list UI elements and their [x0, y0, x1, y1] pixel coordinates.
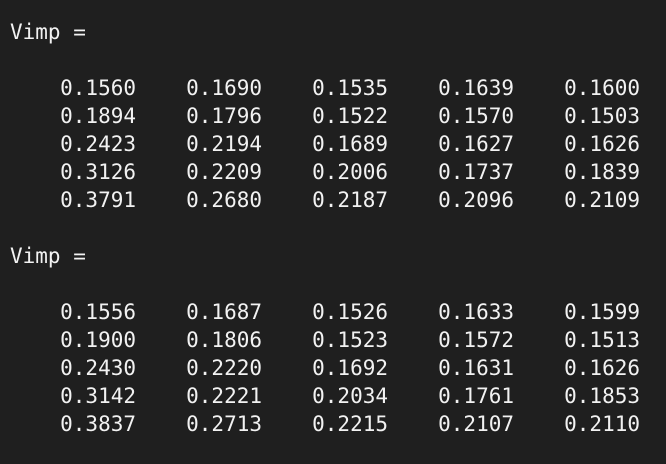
matrix-row: 0.3142 0.2221 0.2034 0.1761 0.1853 [0, 382, 666, 410]
matrix-cell: 0.1626 [564, 356, 640, 380]
matrix-cell: 0.1900 [60, 328, 136, 352]
matrix-cell: 0.1687 [186, 300, 262, 324]
matrix-cell: 0.2194 [186, 132, 262, 156]
command-window-output[interactable]: Vimp = 0.1560 0.1690 0.1535 0.1639 0.160… [0, 0, 666, 464]
matrix-cell: 0.2220 [186, 356, 262, 380]
matrix-values: 0.1556 0.1687 0.1526 0.1633 0.1599 0.190… [0, 298, 666, 438]
matrix-cell: 0.1522 [312, 104, 388, 128]
matrix-cell: 0.2107 [438, 412, 514, 436]
matrix-cell: 0.1626 [564, 132, 640, 156]
matrix-cell: 0.1600 [564, 76, 640, 100]
matrix-cell: 0.3791 [60, 188, 136, 212]
matrix-cell: 0.1560 [60, 76, 136, 100]
matrix-cell: 0.2713 [186, 412, 262, 436]
matrix-values: 0.1560 0.1690 0.1535 0.1639 0.1600 0.189… [0, 74, 666, 214]
matrix-row: 0.3791 0.2680 0.2187 0.2096 0.2109 [0, 186, 666, 214]
matrix-cell: 0.1690 [186, 76, 262, 100]
matrix-row: 0.3837 0.2713 0.2215 0.2107 0.2110 [0, 410, 666, 438]
matrix-cell: 0.1639 [438, 76, 514, 100]
matrix-row: 0.2430 0.2220 0.1692 0.1631 0.1626 [0, 354, 666, 382]
matrix-cell: 0.2423 [60, 132, 136, 156]
matrix-cell: 0.1523 [312, 328, 388, 352]
variable-header: Vimp = [10, 20, 86, 44]
matrix-cell: 0.3126 [60, 160, 136, 184]
matrix-cell: 0.1737 [438, 160, 514, 184]
matrix-row: 0.1556 0.1687 0.1526 0.1633 0.1599 [0, 298, 666, 326]
matrix-cell: 0.2187 [312, 188, 388, 212]
matrix-row: 0.1560 0.1690 0.1535 0.1639 0.1600 [0, 74, 666, 102]
matrix-cell: 0.1633 [438, 300, 514, 324]
matrix-cell: 0.3837 [60, 412, 136, 436]
matrix-cell: 0.1806 [186, 328, 262, 352]
matrix-cell: 0.2209 [186, 160, 262, 184]
matrix-cell: 0.1570 [438, 104, 514, 128]
matrix-cell: 0.1513 [564, 328, 640, 352]
matrix-cell: 0.2006 [312, 160, 388, 184]
matrix-cell: 0.1692 [312, 356, 388, 380]
matrix-cell: 0.1853 [564, 384, 640, 408]
matrix-cell: 0.1556 [60, 300, 136, 324]
matrix-row: 0.3126 0.2209 0.2006 0.1737 0.1839 [0, 158, 666, 186]
matrix-cell: 0.1839 [564, 160, 640, 184]
matrix-cell: 0.1526 [312, 300, 388, 324]
matrix-row: 0.2423 0.2194 0.1689 0.1627 0.1626 [0, 130, 666, 158]
matrix-cell: 0.1503 [564, 104, 640, 128]
matrix-cell: 0.2680 [186, 188, 262, 212]
matrix-cell: 0.1627 [438, 132, 514, 156]
variable-header: Vimp = [10, 244, 86, 268]
matrix-cell: 0.1796 [186, 104, 262, 128]
matrix-cell: 0.2110 [564, 412, 640, 436]
matrix-cell: 0.2109 [564, 188, 640, 212]
matrix-row: 0.1894 0.1796 0.1522 0.1570 0.1503 [0, 102, 666, 130]
matrix-cell: 0.2034 [312, 384, 388, 408]
matrix-cell: 0.1572 [438, 328, 514, 352]
matrix-cell: 0.1599 [564, 300, 640, 324]
matrix-cell: 0.1894 [60, 104, 136, 128]
matrix-cell: 0.2215 [312, 412, 388, 436]
matrix-cell: 0.2096 [438, 188, 514, 212]
matrix-cell: 0.1535 [312, 76, 388, 100]
matrix-cell: 0.2221 [186, 384, 262, 408]
matrix-row: 0.1900 0.1806 0.1523 0.1572 0.1513 [0, 326, 666, 354]
matrix-cell: 0.1689 [312, 132, 388, 156]
matrix-cell: 0.1631 [438, 356, 514, 380]
matrix-cell: 0.2430 [60, 356, 136, 380]
matrix-cell: 0.3142 [60, 384, 136, 408]
matrix-cell: 0.1761 [438, 384, 514, 408]
